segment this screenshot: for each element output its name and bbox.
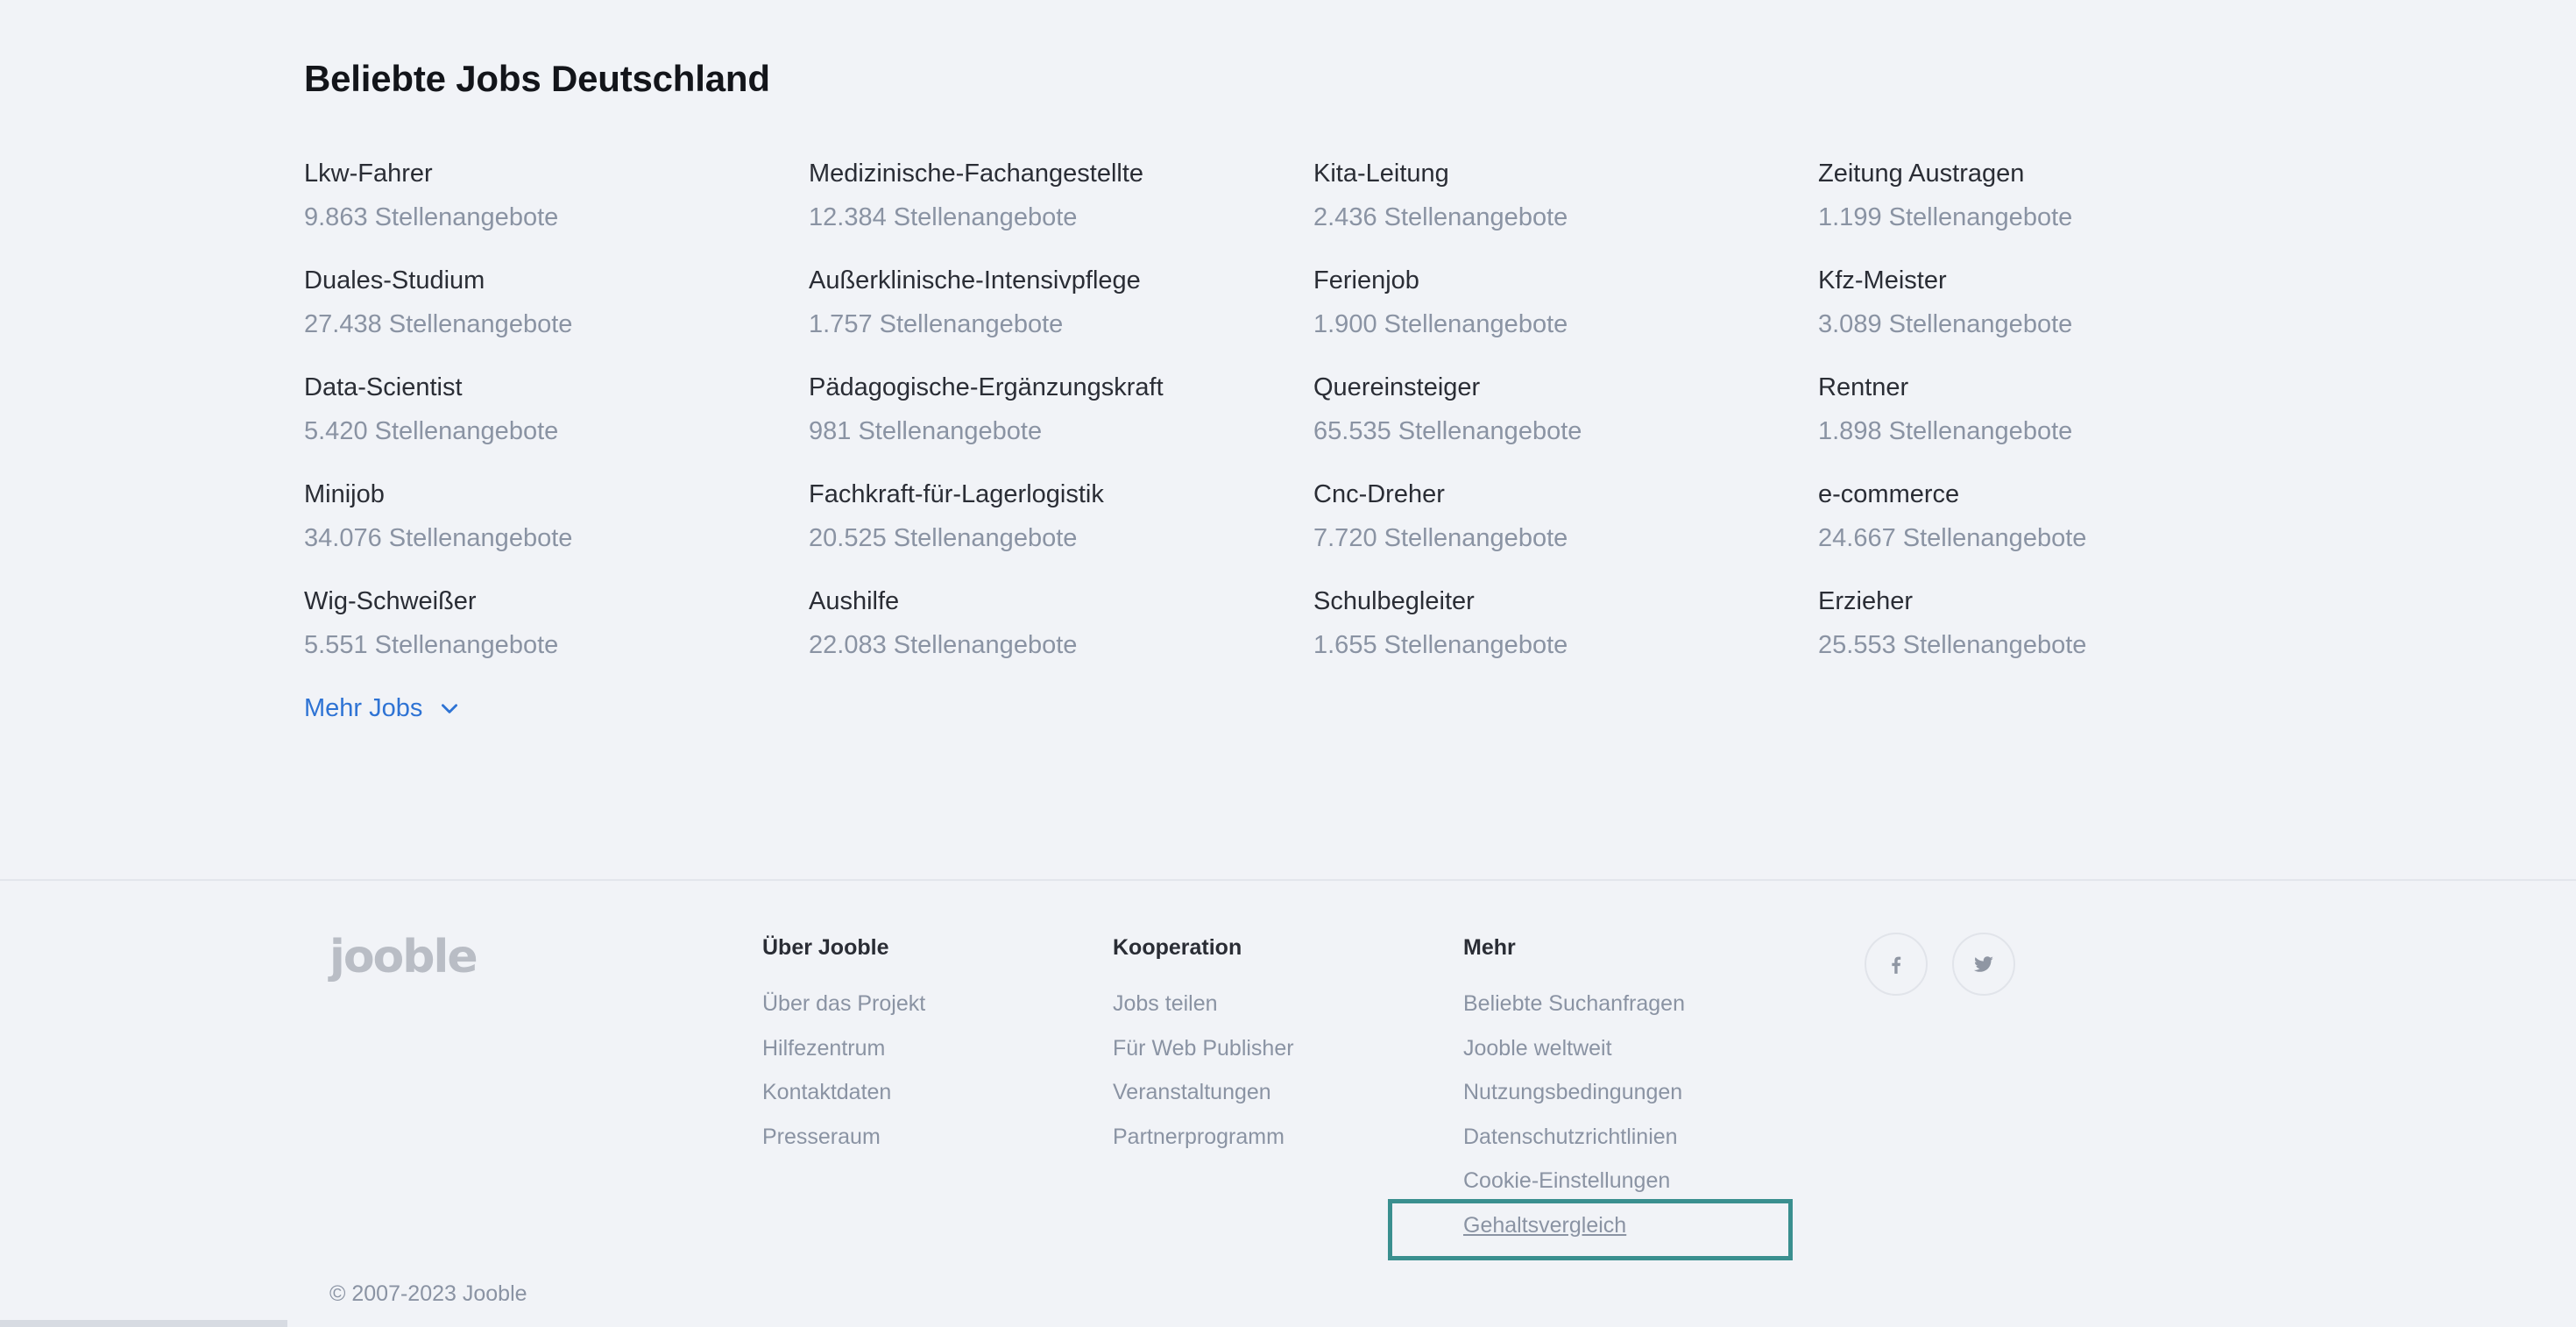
job-count: 9.863 Stellenangebote	[304, 203, 559, 231]
jobs-grid: Lkw-Fahrer 9.863 Stellenangebote Medizini…	[304, 156, 2323, 691]
footer-link-about-project[interactable]: Über das Projekt	[762, 989, 925, 1018]
job-name: Medizinische-Fachangestellte	[809, 160, 1144, 188]
job-name: Rentner	[1818, 373, 1909, 401]
section-title: Beliebte Jobs Deutschland	[304, 58, 770, 99]
job-name: Data-Scientist	[304, 373, 463, 401]
footer-divider	[0, 879, 2576, 881]
job-name: e-commerce	[1818, 480, 1960, 508]
more-jobs-label: Mehr Jobs	[304, 694, 423, 722]
job-count: 22.083 Stellenangebote	[809, 631, 1078, 659]
footer-link-jooble-worldwide[interactable]: Jooble weltweit	[1463, 1033, 1685, 1063]
focus-highlight	[1388, 1199, 1793, 1260]
job-name: Cnc-Dreher	[1313, 480, 1445, 508]
footer-link-share-jobs[interactable]: Jobs teilen	[1113, 989, 1294, 1018]
twitter-button[interactable]	[1952, 933, 2015, 996]
job-link[interactable]: Zeitung Austragen 1.199 Stellenangebote	[1818, 156, 2323, 263]
footer-column-about: Über Jooble Über das Projekt Hilfezentru…	[762, 933, 925, 1166]
job-link[interactable]: Cnc-Dreher 7.720 Stellenangebote	[1313, 477, 1818, 584]
job-link[interactable]: Erzieher 25.553 Stellenangebote	[1818, 584, 2323, 691]
twitter-icon	[1973, 956, 1993, 972]
job-link[interactable]: Lkw-Fahrer 9.863 Stellenangebote	[304, 156, 809, 263]
job-link[interactable]: Pädagogische-Ergänzungskraft 981 Stellena…	[809, 370, 1313, 477]
footer-link-privacy[interactable]: Datenschutzrichtlinien	[1463, 1122, 1685, 1152]
job-count: 1.900 Stellenangebote	[1313, 310, 1568, 338]
job-count: 65.535 Stellenangebote	[1313, 417, 1582, 445]
job-name: Außerklinische-Intensivpflege	[809, 266, 1141, 294]
footer-link-press[interactable]: Presseraum	[762, 1122, 925, 1152]
footer-heading: Mehr	[1463, 935, 1516, 960]
job-link[interactable]: Quereinsteiger 65.535 Stellenangebote	[1313, 370, 1818, 477]
job-link[interactable]: Wig-Schweißer 5.551 Stellenangebote	[304, 584, 809, 691]
job-count: 25.553 Stellenangebote	[1818, 631, 2087, 659]
job-link[interactable]: Medizinische-Fachangestellte 12.384 Stell…	[809, 156, 1313, 263]
job-count: 5.420 Stellenangebote	[304, 417, 559, 445]
job-name: Fachkraft-für-Lagerlogistik	[809, 480, 1104, 508]
job-name: Aushilfe	[809, 587, 900, 615]
job-count: 12.384 Stellenangebote	[809, 203, 1078, 231]
job-count: 7.720 Stellenangebote	[1313, 524, 1568, 552]
footer-link-popular-searches[interactable]: Beliebte Suchanfragen	[1463, 989, 1685, 1018]
job-link[interactable]: Minijob 34.076 Stellenangebote	[304, 477, 809, 584]
job-link[interactable]: Ferienjob 1.900 Stellenangebote	[1313, 263, 1818, 370]
job-count: 1.898 Stellenangebote	[1818, 417, 2073, 445]
job-name: Lkw-Fahrer	[304, 160, 433, 188]
job-link[interactable]: Aushilfe 22.083 Stellenangebote	[809, 584, 1313, 691]
footer-column-cooperation: Kooperation Jobs teilen Für Web Publishe…	[1113, 933, 1294, 1166]
scrollbar[interactable]	[0, 1320, 287, 1327]
popular-jobs-section: Beliebte Jobs Deutschland Lkw-Fahrer 9.86…	[304, 54, 2319, 722]
job-count: 2.436 Stellenangebote	[1313, 203, 1568, 231]
job-count: 1.757 Stellenangebote	[809, 310, 1064, 338]
job-count: 34.076 Stellenangebote	[304, 524, 573, 552]
footer-link-web-publisher[interactable]: Für Web Publisher	[1113, 1033, 1294, 1063]
job-count: 24.667 Stellenangebote	[1818, 524, 2087, 552]
job-name: Schulbegleiter	[1313, 587, 1475, 615]
chevron-down-icon	[442, 704, 458, 713]
footer-link-contact[interactable]: Kontaktdaten	[762, 1077, 925, 1107]
job-link[interactable]: Kita-Leitung 2.436 Stellenangebote	[1313, 156, 1818, 263]
job-link[interactable]: Kfz-Meister 3.089 Stellenangebote	[1818, 263, 2323, 370]
footer-link-help-center[interactable]: Hilfezentrum	[762, 1033, 925, 1063]
page: Beliebte Jobs Deutschland Lkw-Fahrer 9.86…	[0, 0, 2576, 1327]
job-name: Quereinsteiger	[1313, 373, 1481, 401]
footer-link-cookie-settings[interactable]: Cookie-Einstellungen	[1463, 1166, 1685, 1196]
job-count: 27.438 Stellenangebote	[304, 310, 573, 338]
job-count: 1.655 Stellenangebote	[1313, 631, 1568, 659]
job-name: Kita-Leitung	[1313, 160, 1449, 188]
job-link[interactable]: Außerklinische-Intensivpflege 1.757 Stell…	[809, 263, 1313, 370]
footer-heading: Über Jooble	[762, 935, 889, 960]
job-name: Kfz-Meister	[1818, 266, 1947, 294]
job-name: Zeitung Austragen	[1818, 160, 2025, 188]
job-count: 981 Stellenangebote	[809, 417, 1043, 445]
job-name: Wig-Schweißer	[304, 587, 477, 615]
job-name: Pädagogische-Ergänzungskraft	[809, 373, 1164, 401]
job-link[interactable]: Rentner 1.898 Stellenangebote	[1818, 370, 2323, 477]
jooble-logo[interactable]: jooble	[329, 931, 478, 983]
job-link[interactable]: Fachkraft-für-Lagerlogistik 20.525 Stelle…	[809, 477, 1313, 584]
job-count: 1.199 Stellenangebote	[1818, 203, 2073, 231]
job-name: Minijob	[304, 480, 385, 508]
job-count: 20.525 Stellenangebote	[809, 524, 1078, 552]
job-link[interactable]: e-commerce 24.667 Stellenangebote	[1818, 477, 2323, 584]
job-count: 5.551 Stellenangebote	[304, 631, 559, 659]
footer-link-terms[interactable]: Nutzungsbedingungen	[1463, 1077, 1685, 1107]
facebook-icon	[1892, 956, 1901, 974]
copyright: © 2007-2023 Jooble	[329, 1281, 527, 1306]
more-jobs-button[interactable]: Mehr Jobs	[304, 691, 461, 726]
footer-link-events[interactable]: Veranstaltungen	[1113, 1077, 1294, 1107]
job-name: Ferienjob	[1313, 266, 1419, 294]
job-name: Erzieher	[1818, 587, 1913, 615]
footer-link-partner-program[interactable]: Partnerprogramm	[1113, 1122, 1294, 1152]
job-link[interactable]: Duales-Studium 27.438 Stellenangebote	[304, 263, 809, 370]
job-link[interactable]: Data-Scientist 5.420 Stellenangebote	[304, 370, 809, 477]
footer-heading: Kooperation	[1113, 935, 1242, 960]
job-link[interactable]: Schulbegleiter 1.655 Stellenangebote	[1313, 584, 1818, 691]
job-count: 3.089 Stellenangebote	[1818, 310, 2073, 338]
job-name: Duales-Studium	[304, 266, 485, 294]
facebook-button[interactable]	[1865, 933, 1928, 996]
